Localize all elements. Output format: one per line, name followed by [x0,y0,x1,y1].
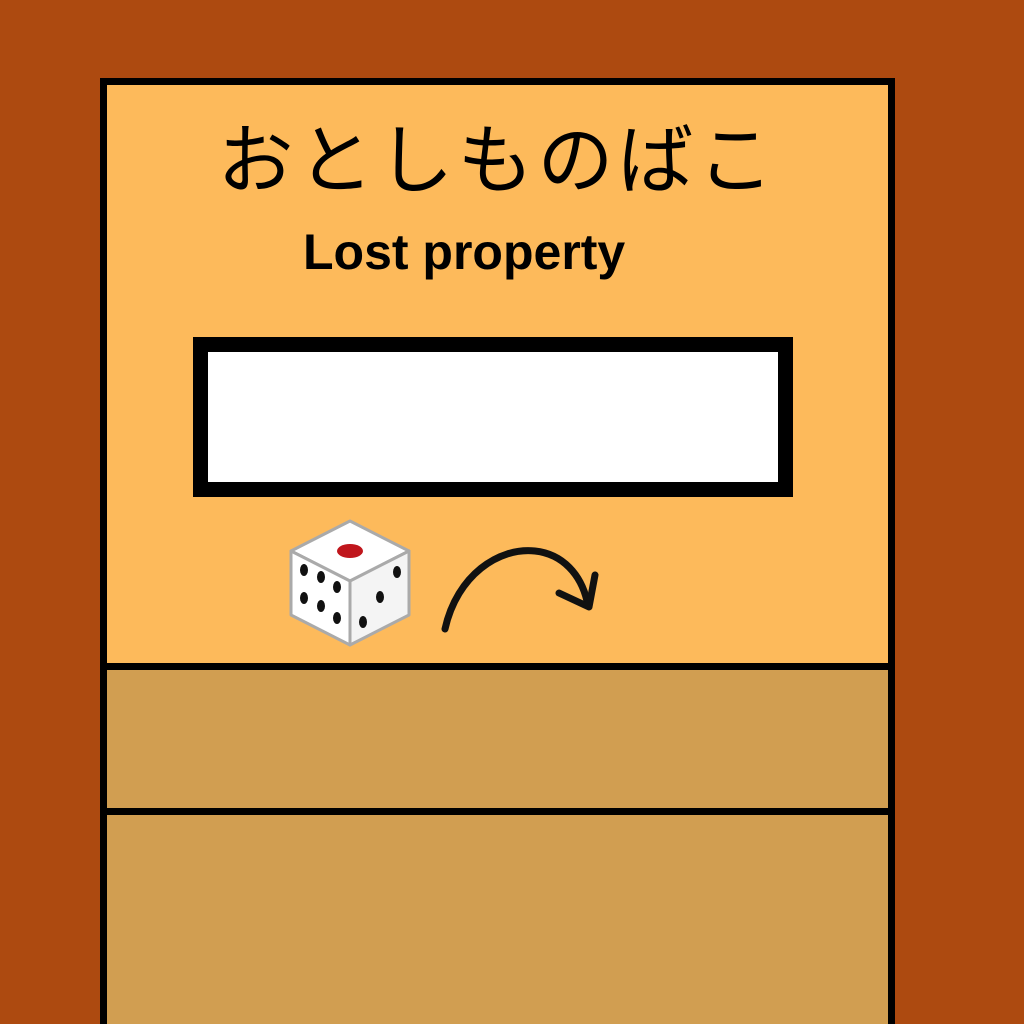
title-english: Lost property [303,224,626,280]
dice-icon[interactable] [285,517,415,652]
curved-arrow-right-icon [441,547,599,633]
drawer-divider [107,808,888,815]
box-sign-panel: おとしものばこ Lost property [107,85,888,670]
title-japanese: おとしものばこ [217,116,778,205]
drop-slot[interactable] [193,337,793,497]
lost-property-box: おとしものばこ Lost property [100,78,895,1024]
